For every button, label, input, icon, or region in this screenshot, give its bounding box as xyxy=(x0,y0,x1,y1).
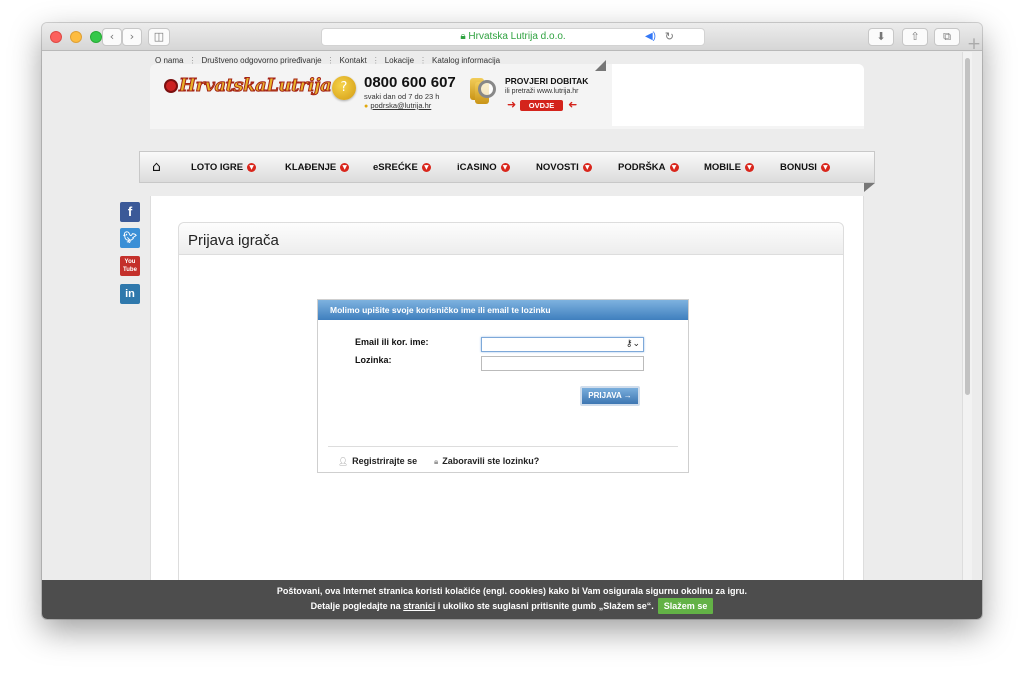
facebook-icon[interactable]: f xyxy=(120,202,140,222)
speaker-icon[interactable]: ◀︎) xyxy=(645,29,656,45)
accept-cookies-button[interactable]: Slažem se xyxy=(657,598,714,614)
address-bar[interactable]: 🔒︎ Hrvatska Lutrija d.o.o. ◀︎) ↻ xyxy=(321,28,705,46)
login-box: Molimo upišite svoje korisničko ime ili … xyxy=(317,299,689,473)
chevron-down-icon: ▼ xyxy=(669,162,679,172)
scrollbar-thumb[interactable] xyxy=(965,58,970,395)
chevron-down-icon: ▼ xyxy=(820,162,830,172)
ladybug-icon xyxy=(164,79,178,93)
close-window-button[interactable] xyxy=(50,31,62,43)
check-ticket-icon xyxy=(470,76,500,106)
forward-icon[interactable]: › xyxy=(122,28,142,46)
password-field[interactable] xyxy=(481,356,644,371)
arrow-right-icon: → xyxy=(623,391,632,400)
cookie-details-link[interactable]: stranici xyxy=(403,601,435,611)
phone-hours: svaki dan od 7 do 23 h xyxy=(364,92,440,101)
site-logo[interactable]: HrvatskaLutrija xyxy=(164,75,332,97)
cookie-text-line2: Detalje pogledajte na stranici i ukoliko… xyxy=(42,598,982,614)
twitter-icon[interactable]: 🐦︎ xyxy=(120,228,140,248)
tabs-icon[interactable]: ⧉ xyxy=(934,28,960,46)
key-icon[interactable]: ⚷︎⌄ xyxy=(626,339,640,349)
chevron-down-icon: ▼ xyxy=(247,162,257,172)
mail-icon: ● xyxy=(364,103,369,110)
nav-novosti[interactable]: NOVOSTI ▼ xyxy=(536,152,592,184)
phone-icon: ? xyxy=(332,76,356,100)
home-icon[interactable]: ⌂ xyxy=(152,152,161,184)
main-nav: ⌂ LOTO IGRE ▼ KLAĐENJE ▼ eSREĆKE ▼ iCASINO ▼… xyxy=(139,151,875,183)
back-icon[interactable]: ‹ xyxy=(102,28,122,46)
forgot-password-link[interactable]: 🔒︎ Zaboravili ste lozinku? xyxy=(434,456,539,467)
header-ad-area xyxy=(612,64,864,126)
share-icon[interactable]: ⇧ xyxy=(902,28,928,46)
arrow-right-icon: ➜ xyxy=(507,98,517,111)
nav-kladenje[interactable]: KLAĐENJE ▼ xyxy=(285,152,350,184)
nav-bonusi[interactable]: BONUSI ▼ xyxy=(780,152,830,184)
page-scrollbar[interactable] xyxy=(962,52,972,619)
divider xyxy=(328,446,678,447)
zoom-window-button[interactable] xyxy=(90,31,102,43)
nav-podrska[interactable]: PODRŠKA ▼ xyxy=(618,152,679,184)
nav-loto-igre[interactable]: LOTO IGRE ▼ xyxy=(191,152,257,184)
top-links: O nama ⋮ Društveno odgovorno priređivanje ⋮… xyxy=(155,56,501,65)
minimize-window-button[interactable] xyxy=(70,31,82,43)
nav-icasino[interactable]: iCASINO ▼ xyxy=(457,152,510,184)
title-bar: ‹ › ◫ 🔒︎ Hrvatska Lutrija d.o.o. ◀︎) ↻ ⬇… xyxy=(42,23,982,51)
chevron-down-icon: ▼ xyxy=(744,162,754,172)
plus-icon[interactable]: + xyxy=(964,35,984,55)
download-icon[interactable]: ⬇ xyxy=(868,28,894,46)
youtube-icon[interactable]: You Tube xyxy=(120,256,140,276)
nav-mobile[interactable]: MOBILE ▼ xyxy=(704,152,754,184)
check-win-button[interactable]: OVDJE xyxy=(520,100,563,111)
login-instructions: Molimo upišite svoje korisničko ime ili … xyxy=(318,300,688,320)
phone-number: 0800 600 607 xyxy=(364,74,456,91)
chevron-down-icon: ▼ xyxy=(500,162,510,172)
chevron-down-icon: ▼ xyxy=(421,162,431,172)
cookie-text-line1: Poštovani, ova Internet stranica koristi… xyxy=(276,586,748,596)
user-icon: 👤︎ xyxy=(338,457,349,466)
arrow-left-icon: ➜ xyxy=(568,98,578,111)
chevron-down-icon: ▼ xyxy=(582,162,592,172)
top-link-odgovorno[interactable]: Društveno odgovorno priređivanje xyxy=(201,56,321,65)
password-label: Lozinka: xyxy=(355,355,392,365)
top-link-o-nama[interactable]: O nama xyxy=(155,56,183,65)
nav-fold-decoration xyxy=(864,183,875,192)
web-page: O nama ⋮ Društveno odgovorno priređivanje ⋮… xyxy=(42,52,972,619)
linkedin-icon[interactable]: in xyxy=(120,284,140,304)
support-email[interactable]: podrska@lutrija.hr xyxy=(370,101,431,110)
nav-esrecke[interactable]: eSREĆKE ▼ xyxy=(373,152,431,184)
reload-icon[interactable]: ↻ xyxy=(665,29,674,45)
check-win-subtitle: ili pretraži www.lutrija.hr xyxy=(505,88,579,95)
cookie-banner: Poštovani, ova Internet stranica koristi… xyxy=(42,580,982,619)
panel-title: Prijava igrača xyxy=(179,223,843,255)
url-text: Hrvatska Lutrija d.o.o. xyxy=(468,31,566,42)
lock-icon: 🔒︎ xyxy=(434,457,439,466)
top-link-kontakt[interactable]: Kontakt xyxy=(340,56,367,65)
login-button[interactable]: PRIJAVA → xyxy=(580,386,640,406)
header-fold-decoration xyxy=(595,60,606,71)
email-label: Email ili kor. ime: xyxy=(355,337,429,347)
email-field[interactable]: ⚷︎⌄ xyxy=(481,337,644,352)
lock-icon: 🔒︎ xyxy=(460,31,466,42)
register-link[interactable]: 👤︎ Registrirajte se xyxy=(338,456,417,466)
top-link-katalog[interactable]: Katalog informacija xyxy=(432,56,500,65)
browser-window: ‹ › ◫ 🔒︎ Hrvatska Lutrija d.o.o. ◀︎) ↻ ⬇… xyxy=(42,23,982,619)
phone-info: svaki dan od 7 do 23 h ● podrska@lutrija… xyxy=(364,92,439,111)
chevron-down-icon: ▼ xyxy=(340,162,350,172)
logo-text: HrvatskaLutrija xyxy=(178,75,332,97)
top-link-lokacije[interactable]: Lokacije xyxy=(385,56,414,65)
sidebar-icon[interactable]: ◫ xyxy=(148,28,170,46)
check-win-title: PROVJERI DOBITAK xyxy=(505,76,589,86)
